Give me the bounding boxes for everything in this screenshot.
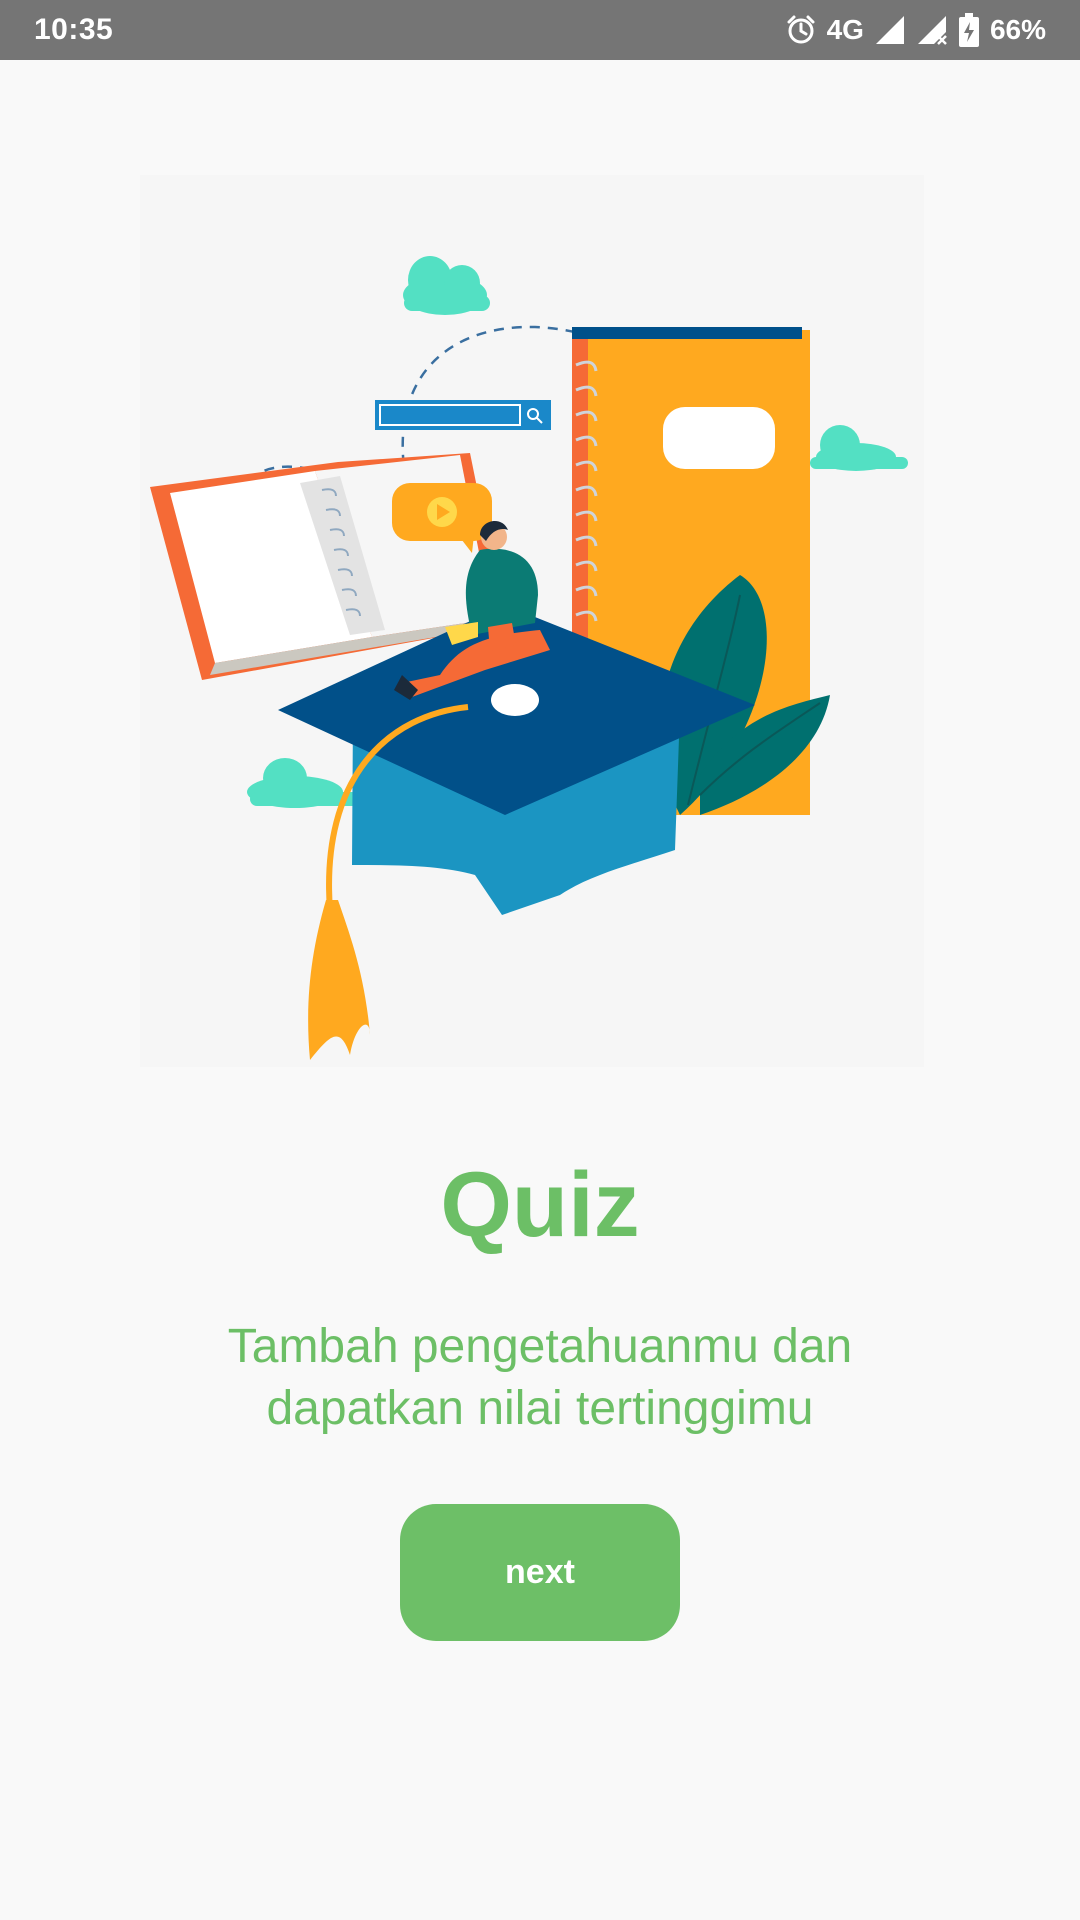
battery-percent: 66%	[989, 14, 1046, 45]
alarm-icon	[785, 14, 817, 46]
cloud-right	[810, 425, 908, 471]
page-subtitle: Tambah pengetahuanmu dan dapatkan nilai …	[227, 1320, 853, 1435]
quiz-illustration	[140, 175, 924, 1067]
status-bar: 10:35 4G 66%	[0, 0, 1080, 60]
signal-x-icon	[916, 14, 948, 46]
next-button[interactable]: next	[400, 1504, 680, 1641]
battery-charging-icon	[958, 13, 980, 47]
status-icons: 4G 66%	[785, 13, 1046, 47]
page-title: Quiz	[440, 1154, 640, 1256]
search-bar-graphic	[375, 400, 551, 430]
network-type: 4G	[826, 14, 864, 45]
cloud-top	[403, 256, 490, 315]
signal-icon	[874, 14, 906, 46]
status-time: 10:35	[34, 13, 114, 46]
